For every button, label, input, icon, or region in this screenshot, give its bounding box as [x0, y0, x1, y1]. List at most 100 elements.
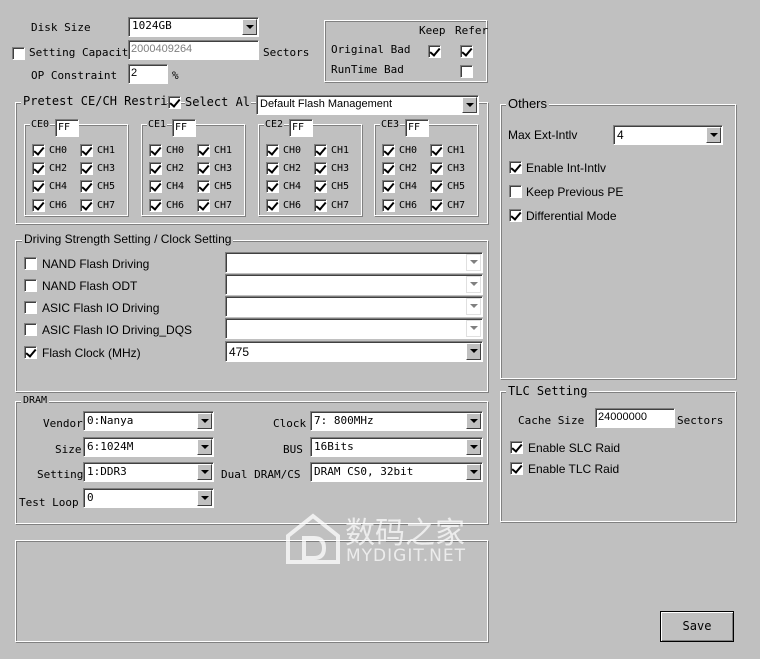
chevron-down-icon[interactable] [197, 464, 212, 480]
channel-checkbox[interactable] [32, 180, 45, 193]
ce-mask-input[interactable]: FF [289, 119, 313, 137]
chevron-down-icon[interactable] [466, 254, 481, 271]
channel-checkbox[interactable] [197, 199, 210, 212]
channel-checkbox[interactable] [430, 162, 443, 175]
channel-checkbox[interactable] [314, 180, 327, 193]
size-select[interactable]: 6:1024M [83, 437, 214, 457]
channel-checkbox[interactable] [382, 144, 395, 157]
channel-checkbox[interactable] [430, 199, 443, 212]
cache-size-input[interactable]: 24000000 [595, 408, 675, 428]
channel-checkbox[interactable] [80, 162, 93, 175]
bus-select[interactable]: 16Bits [310, 437, 483, 457]
channel-checkbox[interactable] [80, 144, 93, 157]
driving-checkbox[interactable] [24, 257, 37, 270]
channel-checkbox[interactable] [382, 162, 395, 175]
channel-checkbox[interactable] [430, 180, 443, 193]
channel-checkbox[interactable] [266, 162, 279, 175]
ce-mask-input[interactable]: FF [172, 119, 196, 137]
others-option-checkbox[interactable] [509, 161, 522, 174]
ce-mask-value: FF [58, 122, 71, 133]
disk-size-select[interactable]: 1024GB [128, 17, 259, 37]
channel-checkbox[interactable] [430, 144, 443, 157]
driving-checkbox[interactable] [24, 323, 37, 336]
clock-select[interactable]: 7: 800MHz [310, 411, 483, 431]
vendor-select[interactable]: 0:Nanya [83, 411, 214, 431]
max-ext-intlv-select[interactable]: 4 [613, 125, 723, 145]
chevron-down-icon[interactable] [197, 413, 212, 429]
channel-checkbox[interactable] [80, 199, 93, 212]
chevron-down-icon[interactable] [466, 413, 481, 429]
channel-checkbox[interactable] [382, 199, 395, 212]
channel-checkbox[interactable] [382, 180, 395, 193]
op-input[interactable]: 2 [128, 64, 168, 84]
ce-mask-input[interactable]: FF [405, 119, 429, 137]
channel-checkbox[interactable] [149, 199, 162, 212]
tlc-option-checkbox[interactable] [510, 441, 523, 454]
test-loop-select[interactable]: 0 [83, 488, 214, 508]
driving-checkbox[interactable] [24, 301, 37, 314]
channel-checkbox[interactable] [266, 180, 279, 193]
driving-checkbox[interactable] [24, 346, 37, 359]
channel-label: CH4 [399, 181, 418, 192]
driving-checkbox[interactable] [24, 279, 37, 292]
channel-checkbox[interactable] [149, 180, 162, 193]
chevron-down-icon[interactable] [462, 97, 477, 113]
channel-checkbox[interactable] [149, 162, 162, 175]
chevron-down-icon[interactable] [197, 439, 212, 455]
max-ext-intlv-label: Max Ext-Intlv [508, 128, 578, 142]
others-option-checkbox[interactable] [509, 185, 522, 198]
driving-select[interactable] [225, 318, 483, 339]
chevron-down-icon[interactable] [466, 464, 481, 480]
setting-value: 1:DDR3 [87, 465, 127, 478]
chevron-down-icon[interactable] [706, 127, 721, 143]
original-bad-label: Original Bad [331, 43, 411, 56]
channel-label: CH6 [166, 200, 185, 211]
channel-label: CH7 [214, 200, 233, 211]
channel-checkbox[interactable] [32, 199, 45, 212]
select-all-checkbox[interactable] [168, 96, 181, 109]
flash-management-select[interactable]: Default Flash Management [256, 95, 479, 115]
tlc-option-checkbox[interactable] [510, 462, 523, 475]
channel-checkbox[interactable] [80, 180, 93, 193]
channel-checkbox[interactable] [197, 180, 210, 193]
chevron-down-icon[interactable] [466, 320, 481, 337]
channel-checkbox[interactable] [149, 144, 162, 157]
chevron-down-icon[interactable] [242, 19, 257, 35]
select-all-label: Select Al [185, 95, 251, 109]
setting-capacity-checkbox[interactable] [12, 47, 25, 60]
chevron-down-icon[interactable] [466, 298, 481, 315]
channel-checkbox[interactable] [314, 162, 327, 175]
channel-checkbox[interactable] [314, 199, 327, 212]
channel-label: CH4 [166, 181, 185, 192]
runtime-bad-refer-checkbox[interactable] [460, 65, 473, 78]
channel-checkbox[interactable] [197, 144, 210, 157]
capacity-input[interactable]: 2000409264 [128, 40, 259, 60]
chevron-down-icon[interactable] [466, 276, 481, 293]
refer-header: Refer [455, 24, 489, 37]
original-bad-refer-checkbox[interactable] [460, 45, 473, 58]
chevron-down-icon[interactable] [466, 439, 481, 455]
channel-checkbox[interactable] [197, 162, 210, 175]
channel-checkbox[interactable] [266, 144, 279, 157]
channel-label: CH4 [49, 181, 68, 192]
channel-checkbox[interactable] [266, 199, 279, 212]
original-bad-keep-checkbox[interactable] [428, 45, 441, 58]
driving-select[interactable] [225, 296, 483, 317]
driving-select[interactable]: 475 [225, 341, 483, 362]
channel-label: CH5 [447, 181, 466, 192]
driving-select[interactable] [225, 274, 483, 295]
channel-checkbox[interactable] [314, 144, 327, 157]
dual-dram-select[interactable]: DRAM CS0, 32bit [310, 462, 483, 482]
flash-management-value: Default Flash Management [260, 98, 393, 110]
channel-label: CH0 [283, 145, 302, 156]
chevron-down-icon[interactable] [466, 343, 481, 360]
disk-size-label: Disk Size [31, 21, 91, 34]
save-button[interactable]: Save [660, 611, 734, 642]
others-option-checkbox[interactable] [509, 209, 522, 222]
channel-checkbox[interactable] [32, 162, 45, 175]
driving-select[interactable] [225, 252, 483, 273]
ce-mask-input[interactable]: FF [55, 119, 79, 137]
chevron-down-icon[interactable] [197, 490, 212, 506]
channel-checkbox[interactable] [32, 144, 45, 157]
setting-select[interactable]: 1:DDR3 [83, 462, 214, 482]
